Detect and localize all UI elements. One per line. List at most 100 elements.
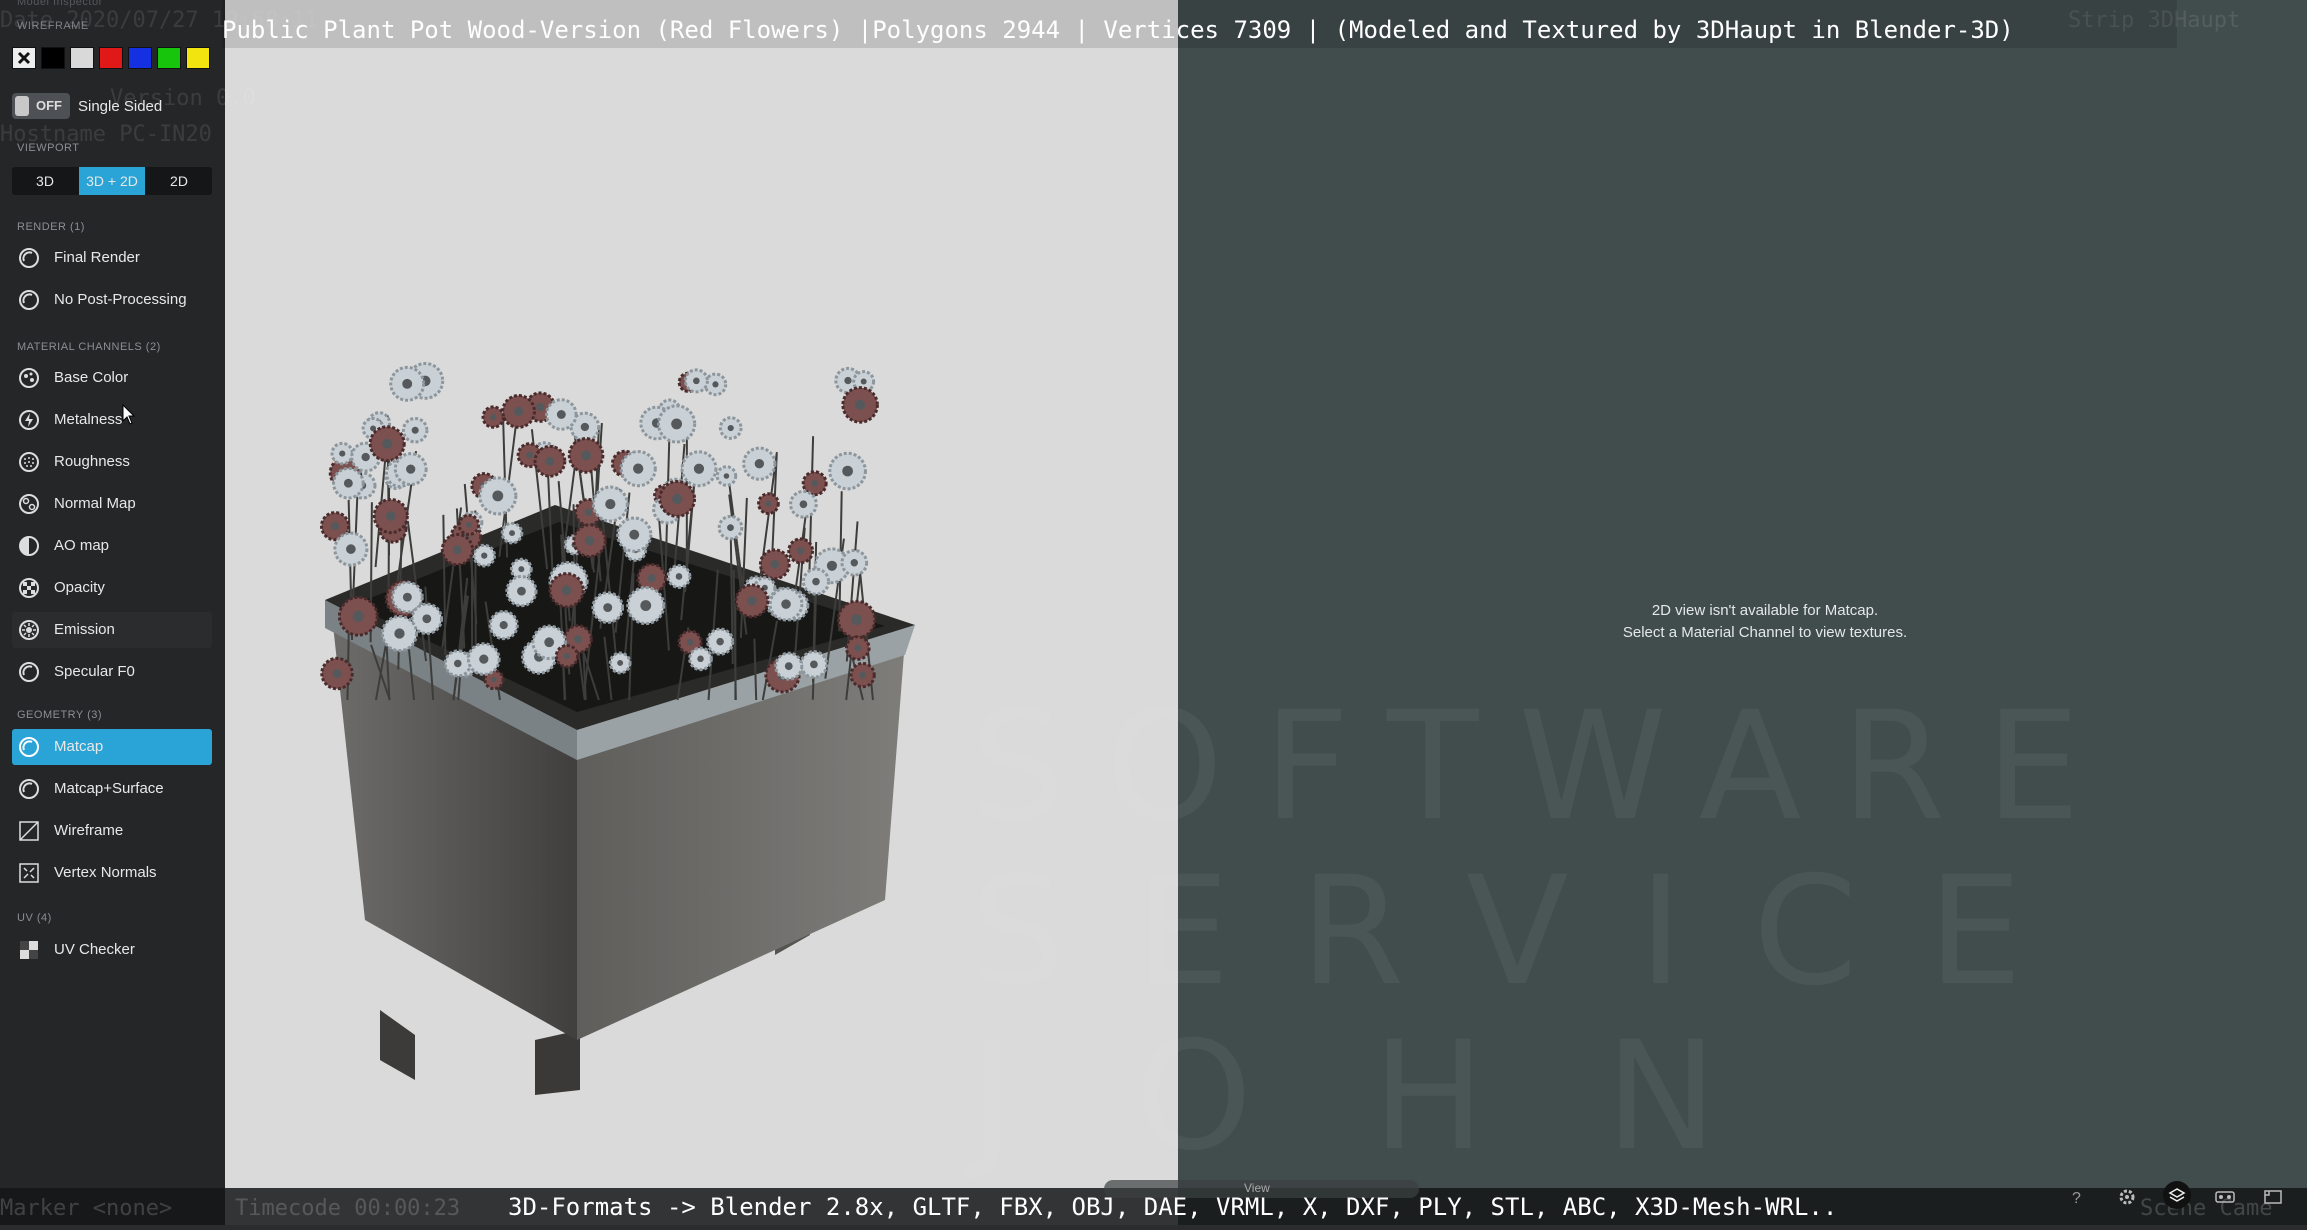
flower-center (812, 578, 820, 586)
menu-metalness[interactable]: Metalness (12, 402, 212, 438)
wireframe-swatch-black[interactable] (41, 47, 65, 69)
wireframe-swatch-green[interactable] (157, 47, 181, 69)
wireframe-swatch-none[interactable] (12, 47, 36, 69)
wireframe-swatch-white[interactable] (70, 47, 94, 69)
flower-center (453, 545, 462, 554)
viewport-2d-button[interactable]: 2D (146, 167, 212, 195)
menu-label: No Post-Processing (54, 291, 187, 308)
flower-center (403, 593, 412, 602)
flower-center (765, 501, 771, 507)
flower-center (406, 464, 415, 473)
model-inspector-sidebar: Model Inspector WIREFRAME OFF Single Sid… (0, 0, 225, 1225)
menu-specular-f0[interactable]: Specular F0 (12, 654, 212, 690)
watermark-line-2: SERVICE (970, 845, 2092, 1019)
menu-label: Wireframe (54, 822, 123, 839)
fullscreen-icon[interactable] (2262, 1186, 2284, 1208)
flower-center (585, 508, 593, 516)
viewport-3d-button[interactable]: 3D (12, 167, 78, 195)
flower-center (574, 635, 582, 643)
flower-center (810, 661, 818, 669)
menu-base-color[interactable]: Base Color (12, 360, 212, 396)
layers-icon[interactable] (2162, 1180, 2192, 1210)
sun-icon (18, 619, 40, 641)
menu-roughness[interactable]: Roughness (12, 444, 212, 480)
flower-center (859, 672, 866, 679)
palette-icon (18, 367, 40, 389)
flower-center (770, 560, 779, 569)
menu-matcap[interactable]: Matcap (12, 729, 212, 765)
material-channels-section-title: MATERIAL CHANNELS (2) (17, 341, 161, 353)
flower-center (514, 407, 524, 417)
flower-center (500, 621, 508, 629)
flower-center (353, 611, 364, 622)
flower-center (344, 479, 353, 488)
flower-center (629, 530, 639, 540)
flower-center (728, 425, 734, 431)
menu-label: Normal Map (54, 495, 136, 512)
flower-center (716, 638, 724, 646)
flower-center (781, 599, 791, 609)
menu-final-render[interactable]: Final Render (12, 240, 212, 276)
help-icon[interactable]: ? (2066, 1186, 2088, 1208)
checker-circle-icon (18, 577, 40, 599)
viewport-3d2d-button[interactable]: 3D + 2D (79, 167, 145, 195)
flower-center (339, 451, 345, 457)
vr-icon[interactable] (2214, 1186, 2236, 1208)
watermark-line-1: SOFTWARE (970, 680, 2120, 854)
flower-center (747, 596, 757, 606)
flower-center (412, 427, 419, 434)
toggle-knob (15, 96, 29, 116)
sidebar-header: Model Inspector (17, 0, 103, 8)
close-icon (13, 48, 35, 68)
wireframe-swatch-blue[interactable] (128, 47, 152, 69)
lightning-icon (18, 409, 40, 431)
menu-no-post-processing[interactable]: No Post-Processing (12, 282, 212, 318)
flower-center (585, 536, 594, 545)
menu-vertex-normals[interactable]: Vertex Normals (12, 855, 212, 891)
menu-label: AO map (54, 537, 109, 554)
flower-center (855, 400, 865, 410)
flower-center (581, 423, 589, 431)
flower-center (536, 403, 545, 412)
flower-center (402, 379, 412, 389)
flower-center (422, 614, 431, 623)
menu-wireframe[interactable]: Wireframe (12, 813, 212, 849)
menu-ao-map[interactable]: AO map (12, 528, 212, 564)
flower-center (491, 677, 496, 682)
flower-center (492, 490, 503, 501)
menu-label: Roughness (54, 453, 130, 470)
flower-center (712, 381, 718, 387)
flower-center (466, 522, 472, 528)
flower-center (346, 544, 356, 554)
settings-icon[interactable] (2116, 1186, 2138, 1208)
menu-label: Vertex Normals (54, 864, 157, 881)
flower-center (361, 453, 369, 461)
flower-center (851, 559, 858, 566)
svg-text:?: ? (2072, 1190, 2081, 1207)
flower-center (844, 377, 851, 384)
menu-opacity[interactable]: Opacity (12, 570, 212, 606)
flower-center (811, 480, 818, 487)
flower-center (687, 639, 694, 646)
flower-center (672, 494, 682, 504)
flower-center (640, 600, 651, 611)
ghost-hostname: Hostname PC-IN20 (0, 122, 212, 147)
flower-center (481, 553, 487, 559)
video-title: Public Plant Pot Wood-Version (Red Flowe… (222, 16, 2014, 44)
menu-normal-map[interactable]: Normal Map (12, 486, 212, 522)
single-sided-toggle[interactable]: OFF (12, 93, 70, 119)
flower-center (382, 439, 392, 449)
sphere-icon (18, 736, 40, 758)
flower-center (727, 524, 734, 531)
flower-center (671, 418, 682, 429)
uv-section-title: UV (4) (17, 912, 52, 924)
menu-matcap-surface[interactable]: Matcap+Surface (12, 771, 212, 807)
menu-emission[interactable]: Emission (12, 612, 212, 648)
flower-center (454, 660, 462, 668)
wireframe-swatch-yellow[interactable] (186, 47, 210, 69)
flower-center (603, 603, 612, 612)
menu-label: UV Checker (54, 941, 135, 958)
wireframe-swatch-red[interactable] (99, 47, 123, 69)
menu-uv-checker[interactable]: UV Checker (12, 932, 212, 968)
wireframe-icon (18, 820, 40, 842)
